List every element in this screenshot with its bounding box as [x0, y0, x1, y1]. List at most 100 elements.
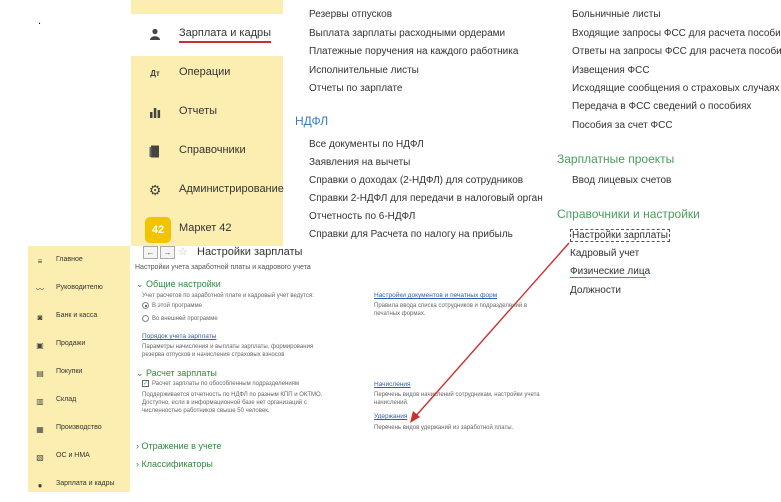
menu-link[interactable]: Пособия за счет ФСС — [572, 120, 673, 131]
market-42-icon: 42 — [145, 217, 171, 243]
sidebar-item-reports[interactable]: Отчеты — [131, 94, 283, 132]
form-subtitle: Настройки учета заработной платы и кадро… — [135, 264, 311, 271]
sidebar-item-label: Банк и касса — [56, 312, 98, 319]
menu-link[interactable]: Больничные листы — [572, 9, 661, 20]
radio-this-program-label: В этой программе — [152, 303, 203, 309]
sidebar-item-salary[interactable]: Зарплата и кадры — [131, 16, 283, 54]
sidebar-item-label: Операции — [179, 66, 231, 78]
sidebar-item-label: Администрирование — [179, 183, 284, 195]
sidebar-item-sales[interactable]: ▣ Продажи — [28, 332, 130, 360]
person-icon: ● — [37, 480, 43, 490]
sidebar-item-label: Главное — [56, 256, 83, 263]
gear-icon: ⚙ — [148, 181, 162, 198]
calc-desc-1: Поддерживается отчетность по НДФЛ по раз… — [142, 392, 323, 398]
menu-link[interactable]: Кадровый учет — [570, 248, 639, 259]
menu-link[interactable]: Платежные поручения на каждого работника — [309, 46, 518, 57]
sidebar-item-label: Продажи — [56, 340, 86, 347]
sidebar-top: Зарплата и кадры Дт Операции Отчеты Спра… — [131, 0, 284, 246]
section-calc-label: Расчет зарплаты — [146, 368, 217, 378]
section-header-projects: Зарплатные проекты — [557, 152, 675, 166]
menu-link-salary-settings[interactable]: Настройки зарплаты — [570, 229, 670, 242]
section-classifiers[interactable]: › Классификаторы — [136, 459, 213, 469]
assets-icon: ▧ — [36, 452, 44, 462]
salary-settings-form: ← → ☆ Настройки зарплаты Настройки учета… — [131, 242, 561, 492]
menu-link[interactable]: Резервы отпусков — [309, 9, 392, 20]
menu-link[interactable]: Входящие запросы ФСС для расчета пособий — [572, 28, 781, 39]
sidebar-item-purchases[interactable]: ▤ Покупки — [28, 360, 130, 388]
sidebar-item-label: Отчеты — [179, 105, 218, 117]
sidebar-bottom: ≡ Главное 〰 Руководителю ◙ Банк и касса … — [28, 246, 130, 492]
deductions-desc: Перечень видов удержаний из заработной п… — [374, 425, 514, 431]
calc-desc-3: численностью работников свыше 50 человек… — [142, 408, 270, 414]
sidebar-item-label: Покупки — [56, 368, 83, 375]
sidebar-item-label: Зарплата и кадры — [56, 480, 115, 487]
favorite-star-icon[interactable]: ☆ — [178, 245, 188, 258]
forward-button[interactable]: → — [160, 246, 175, 259]
sidebar-item-bank[interactable]: ◙ Банк и касса — [28, 304, 130, 332]
menu-link[interactable]: Физические лица — [570, 266, 650, 277]
menu-link[interactable]: Передача в ФСС сведений о пособиях — [572, 101, 751, 112]
bank-icon: ◙ — [37, 312, 43, 322]
sidebar-item-administration[interactable]: ⚙ Администрирование — [131, 172, 284, 210]
checkbox-separate-divisions[interactable]: ✓ — [142, 380, 149, 387]
operations-icon: Дт — [150, 68, 160, 78]
menu-link[interactable]: Ввод лицевых счетов — [572, 175, 671, 186]
menu-link[interactable]: Исходящие сообщения о страховых случаях … — [572, 83, 781, 94]
sidebar-item-operations[interactable]: Дт Операции — [131, 55, 283, 93]
menu-link[interactable]: Ответы на запросы ФСС для расчета пособи… — [572, 46, 781, 57]
menu-link[interactable]: Отчеты по зарплате — [309, 83, 402, 94]
link-deductions[interactable]: Удержания — [374, 413, 407, 420]
menu-link[interactable]: Справки о доходах (2-НДФЛ) для сотрудник… — [309, 175, 523, 186]
section-general-label: Общие настройки — [146, 279, 221, 289]
sidebar-item-label: Руководителю — [56, 284, 103, 291]
sidebar-item-main[interactable]: ≡ Главное — [28, 248, 130, 276]
menu-link[interactable]: Справки для Расчета по налогу на прибыль — [309, 229, 513, 240]
trend-icon: 〰 — [36, 284, 44, 294]
sidebar-item-label: Склад — [56, 396, 77, 403]
section-header-settings: Справочники и настройки — [557, 207, 700, 221]
accruals-desc-1: Перечень видов начислений сотрудникам, н… — [374, 392, 540, 398]
sidebar-item-production[interactable]: ▦ Производство — [28, 416, 130, 444]
sidebar-item-assets[interactable]: ▧ ОС и НМА — [28, 444, 130, 472]
menu-link[interactable]: Заявления на вычеты — [309, 157, 410, 168]
general-desc-2: резерва отпусков и начисления страховых … — [142, 352, 285, 358]
warehouse-icon: ▥ — [36, 396, 44, 406]
link-docs-settings[interactable]: Настройки документов и печатных форм — [374, 292, 497, 299]
sidebar-item-label: Маркет 42 — [179, 222, 232, 234]
menu-link[interactable]: Исполнительные листы — [309, 65, 419, 76]
dot-mark: . — [38, 15, 42, 27]
sidebar-item-salary[interactable]: ● Зарплата и кадры — [28, 472, 130, 500]
menu-link[interactable]: Извещения ФСС — [572, 65, 650, 76]
accruals-desc-2: начислений. — [374, 400, 409, 406]
radio-external-program-label: Во внешней программе — [152, 316, 218, 322]
sidebar-item-label: Производство — [56, 424, 102, 431]
section-classifiers-label: Классификаторы — [141, 459, 213, 469]
sidebar-item-label: Зарплата и кадры — [179, 27, 272, 43]
section-general[interactable]: ⌄ Общие настройки — [136, 279, 221, 290]
section-calc[interactable]: ⌄ Расчет зарплаты — [136, 368, 217, 379]
menu-link[interactable]: Выплата зарплаты расходными ордерами — [309, 28, 505, 39]
form-title: Настройки зарплаты — [197, 246, 303, 258]
menu-link[interactable]: Должности — [570, 285, 621, 296]
sidebar-item-label: ОС и НМА — [56, 452, 90, 459]
docs-desc-2: печатных формах. — [374, 311, 426, 317]
sidebar-item-warehouse[interactable]: ▥ Склад — [28, 388, 130, 416]
docs-desc-1: Правила ввода списка сотрудников и подра… — [374, 303, 528, 309]
person-icon — [148, 27, 162, 41]
book-icon — [148, 144, 162, 158]
menu-link[interactable]: Все документы по НДФЛ — [309, 139, 424, 150]
sidebar-item-directories[interactable]: Справочники — [131, 133, 283, 171]
link-salary-accounting-order[interactable]: Порядок учета зарплаты — [142, 333, 216, 340]
radio-external-program[interactable] — [142, 315, 149, 322]
menu-link[interactable]: Отчетность по 6-НДФЛ — [309, 211, 415, 222]
factory-icon: ▦ — [36, 424, 44, 434]
section-reflection[interactable]: › Отражение в учете — [136, 441, 221, 451]
general-note: Учет расчетов по заработной плате и кадр… — [142, 293, 314, 299]
sidebar-item-manager[interactable]: 〰 Руководителю — [28, 276, 130, 304]
calc-desc-2: Доступно, если в информационной базе нет… — [142, 400, 307, 406]
menu-link[interactable]: Справки 2-НДФЛ для передачи в налоговый … — [309, 193, 543, 204]
back-button[interactable]: ← — [143, 246, 158, 259]
link-accruals[interactable]: Начисления — [374, 381, 411, 388]
radio-this-program[interactable] — [142, 302, 149, 309]
menu-icon: ≡ — [37, 256, 43, 266]
